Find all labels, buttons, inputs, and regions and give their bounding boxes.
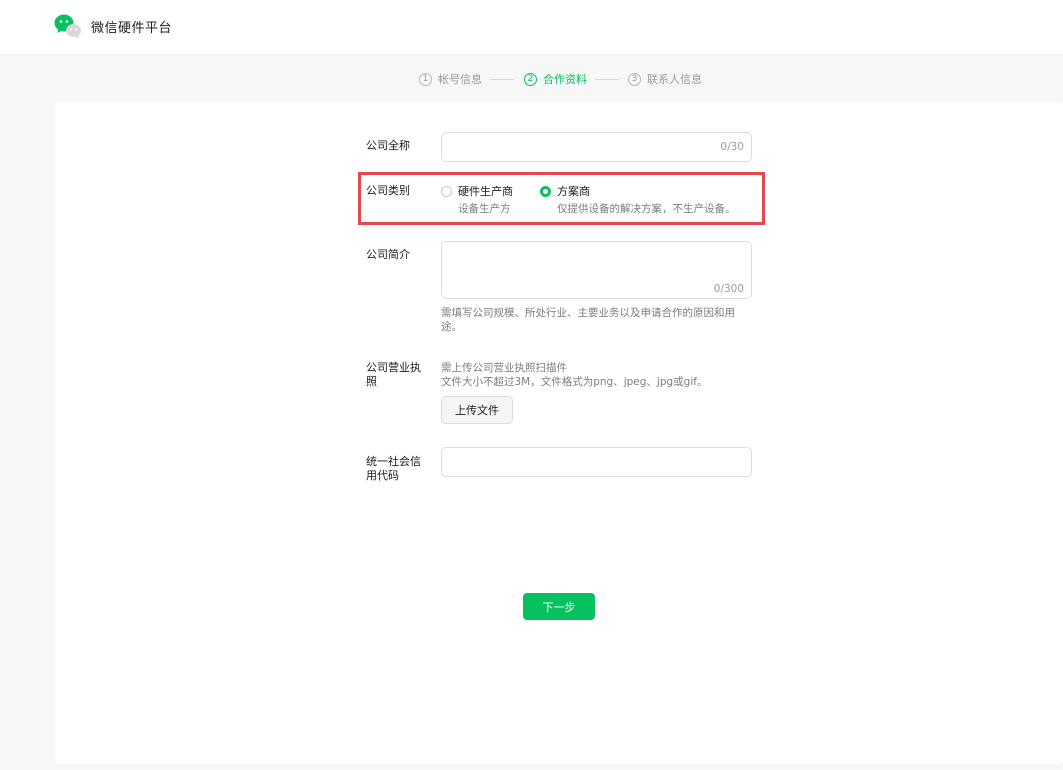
step-contact-info: 3 联系人信息 bbox=[628, 70, 702, 88]
license-label: 公司营业执照 bbox=[366, 361, 421, 388]
step-indicator: 1 帐号信息 2 合作资料 3 联系人信息 bbox=[0, 70, 1063, 88]
char-counter: 0/300 bbox=[713, 283, 744, 295]
company-name-label: 公司全称 bbox=[366, 139, 410, 152]
step-number: 2 bbox=[524, 72, 537, 86]
top-bar: 微信硬件平台 bbox=[0, 0, 1063, 55]
company-name-input[interactable]: 0/30 bbox=[441, 132, 752, 162]
step-label: 帐号信息 bbox=[438, 73, 482, 86]
brand-title: 微信硬件平台 bbox=[91, 21, 173, 36]
company-intro-textarea[interactable]: 0/300 bbox=[441, 241, 752, 299]
step-number: 1 bbox=[419, 72, 432, 86]
wechat-logo-icon bbox=[54, 14, 81, 39]
step-divider bbox=[490, 79, 514, 80]
step-label: 联系人信息 bbox=[647, 73, 702, 86]
char-counter: 0/30 bbox=[720, 141, 744, 153]
step-label: 合作资料 bbox=[543, 73, 587, 86]
company-intro-label: 公司简介 bbox=[366, 248, 410, 261]
step-account-info: 1 帐号信息 bbox=[419, 70, 482, 88]
upload-file-button[interactable]: 上传文件 bbox=[441, 396, 513, 424]
credit-code-input[interactable] bbox=[441, 447, 752, 477]
license-tip-2: 文件大小不超过3M，文件格式为png、jpeg、jpg或gif。 bbox=[441, 376, 708, 388]
next-step-button[interactable]: 下一步 bbox=[523, 593, 595, 620]
step-number: 3 bbox=[628, 72, 641, 86]
credit-code-label: 统一社会信用代码 bbox=[366, 455, 421, 482]
company-intro-tip: 需填写公司规模、所处行业、主要业务以及申请合作的原因和用途。 bbox=[441, 307, 735, 333]
license-tip-1: 需上传公司营业执照扫描件 bbox=[441, 362, 567, 374]
highlight-box bbox=[358, 172, 765, 225]
step-divider bbox=[595, 79, 619, 80]
step-cooperation-info: 2 合作资料 bbox=[524, 70, 587, 88]
